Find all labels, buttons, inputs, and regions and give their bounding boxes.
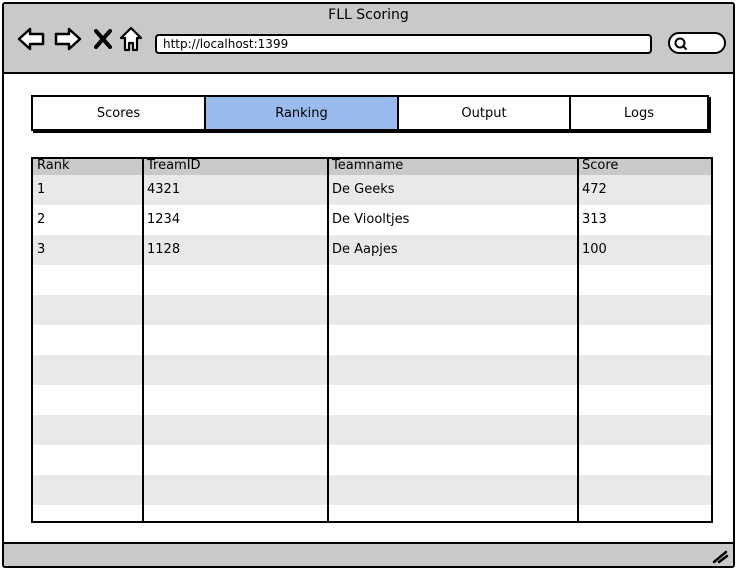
tab-output[interactable]: Output [399, 97, 571, 129]
tab-ranking[interactable]: Ranking [206, 97, 399, 129]
empty-row [33, 385, 711, 415]
table-row[interactable]: 3 1128 De Aapjes 100 [33, 235, 711, 265]
empty-row [33, 445, 711, 475]
empty-row [33, 265, 711, 295]
cell-score: 100 [582, 242, 607, 257]
header-score[interactable]: Score [582, 159, 618, 173]
tab-logs[interactable]: Logs [571, 97, 707, 129]
empty-row [33, 505, 711, 521]
browser-window: FLL Scoring http://localhost:1399 Scores… [2, 2, 735, 568]
window-title: FLL Scoring [328, 7, 409, 23]
cell-rank: 2 [37, 212, 46, 227]
home-icon[interactable] [118, 24, 144, 54]
title-bar: FLL Scoring http://localhost:1399 [4, 4, 733, 74]
cell-teamname: De Geeks [332, 182, 395, 197]
header-teamname[interactable]: Teamname [332, 159, 403, 173]
cell-score: 472 [582, 182, 607, 197]
column-divider [577, 159, 579, 521]
search-box[interactable] [668, 32, 726, 54]
cell-rank: 1 [37, 182, 46, 197]
search-icon [674, 37, 688, 51]
ranking-table: Rank TreamID Teamname Score 1 4321 De Ge… [31, 157, 713, 523]
empty-row [33, 475, 711, 505]
empty-row [33, 415, 711, 445]
resize-grip-icon[interactable] [711, 548, 729, 564]
empty-row [33, 295, 711, 325]
column-divider [327, 159, 329, 521]
cell-teamname: De Aapjes [332, 242, 398, 257]
forward-arrow-icon[interactable] [53, 24, 83, 54]
close-icon[interactable] [92, 24, 114, 54]
column-divider [142, 159, 144, 521]
tab-scores[interactable]: Scores [33, 97, 206, 129]
empty-row [33, 355, 711, 385]
tab-bar: Scores Ranking Output Logs [31, 95, 709, 131]
header-teamid[interactable]: TreamID [147, 159, 201, 173]
empty-row [33, 325, 711, 355]
back-arrow-icon[interactable] [16, 24, 46, 54]
header-rank[interactable]: Rank [37, 159, 69, 173]
cell-rank: 3 [37, 242, 46, 257]
cell-score: 313 [582, 212, 607, 227]
cell-teamid: 1128 [147, 242, 181, 257]
url-input[interactable]: http://localhost:1399 [155, 34, 652, 54]
cell-teamid: 4321 [147, 182, 181, 197]
table-row[interactable]: 2 1234 De Viooltjes 313 [33, 205, 711, 235]
table-row[interactable]: 1 4321 De Geeks 472 [33, 175, 711, 205]
cell-teamid: 1234 [147, 212, 181, 227]
status-bar [4, 542, 733, 566]
table-header: Rank TreamID Teamname Score [33, 159, 711, 175]
cell-teamname: De Viooltjes [332, 212, 410, 227]
